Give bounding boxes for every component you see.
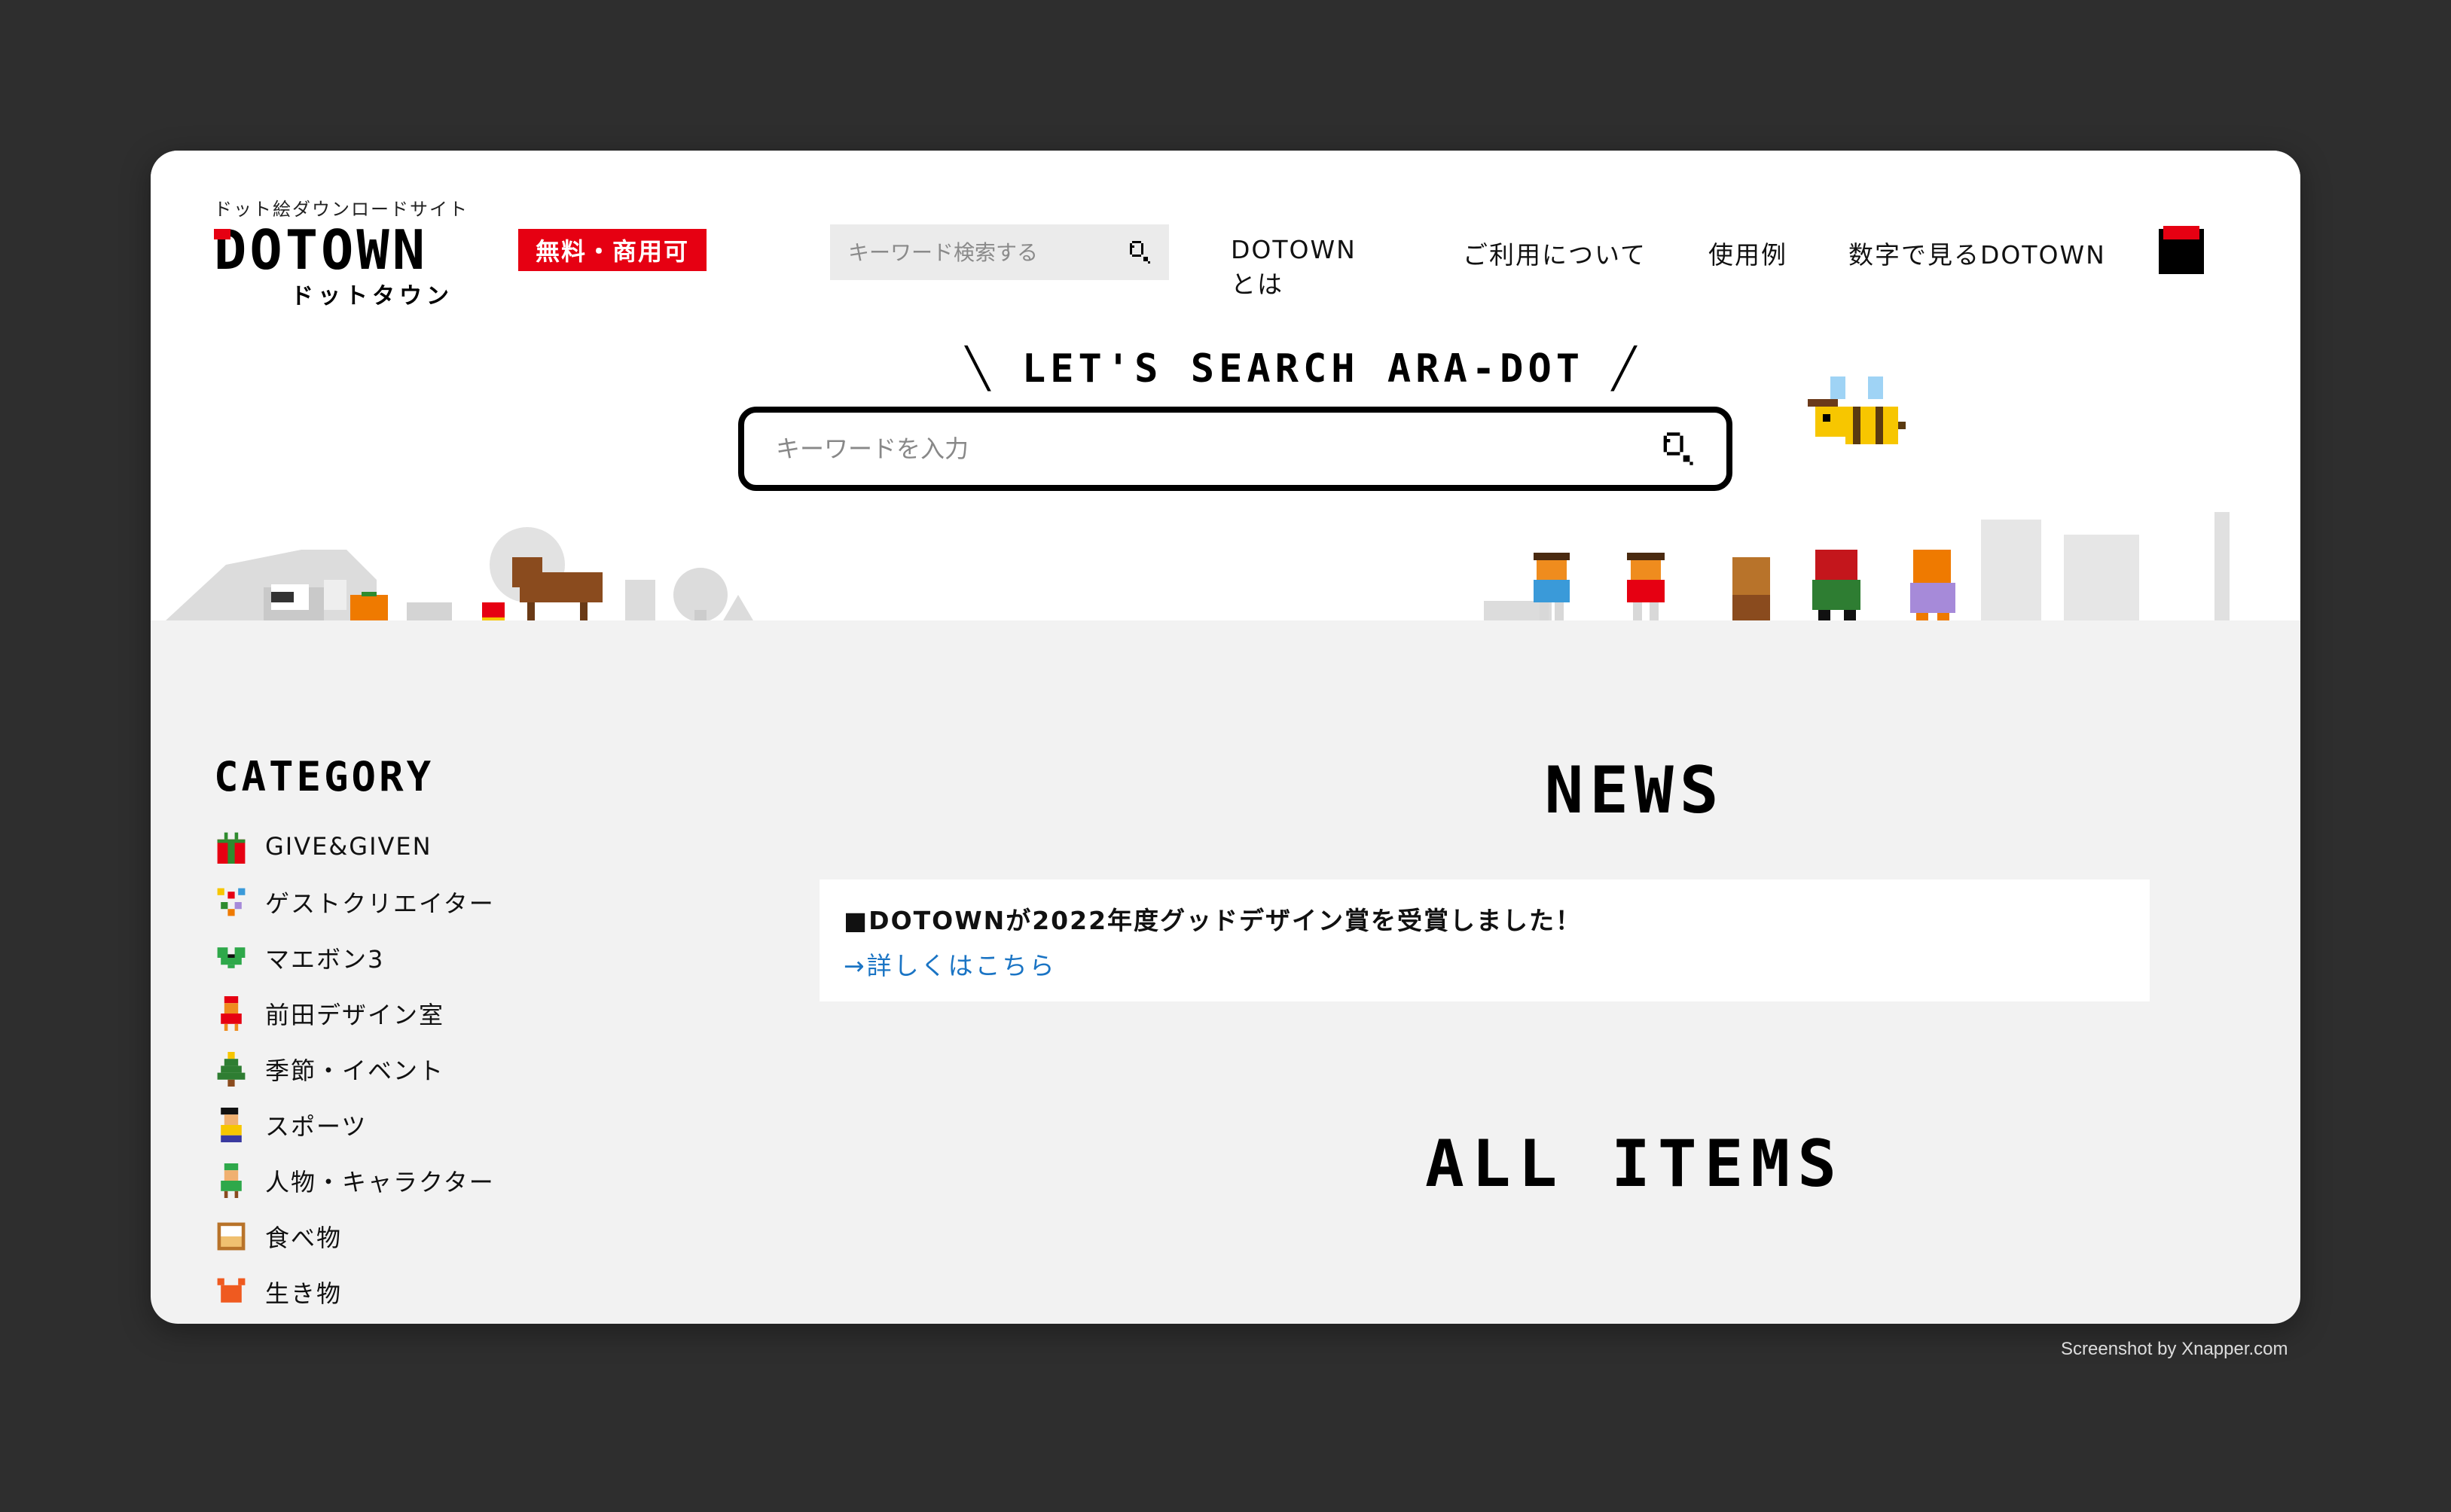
category-item[interactable]: マエボン3 bbox=[214, 930, 591, 986]
hero-header: ドット絵ダウンロードサイト DOTOWN ドットタウン 無料・商用可 DOTOW… bbox=[151, 151, 2300, 620]
category-item[interactable]: 季節・イベント bbox=[214, 1041, 591, 1097]
header-search[interactable] bbox=[830, 224, 1169, 280]
category-label: ゲストクリエイター bbox=[265, 889, 495, 918]
all-items-title: ALL ITEMS bbox=[1425, 1126, 1844, 1202]
sports-icon bbox=[221, 1108, 242, 1142]
nav-usage[interactable]: ご利用について bbox=[1463, 235, 1647, 271]
slash-left-icon: ╲ bbox=[966, 346, 1022, 392]
food-icon bbox=[217, 1222, 246, 1251]
logo-kana: ドットタウン bbox=[291, 283, 453, 309]
category-label: GIVE&GIVEN bbox=[265, 832, 432, 861]
category-label: スポーツ bbox=[265, 1112, 368, 1141]
main-search-input[interactable] bbox=[774, 434, 1657, 464]
nav-about[interactable]: DOTOWNとは bbox=[1231, 235, 1357, 300]
browser-window: ドット絵ダウンロードサイト DOTOWN ドットタウン 無料・商用可 DOTOW… bbox=[151, 151, 2300, 1324]
nav-examples[interactable]: 使用例 bbox=[1708, 235, 1787, 271]
category-sidebar: CATEGORY GIVE&GIVEN ゲストクリエイター マエボン3 前田デザ… bbox=[214, 753, 591, 1320]
nav-numbers[interactable]: 数字で見るDOTOWN bbox=[1848, 235, 2106, 271]
news-title: NEWS bbox=[1544, 753, 1725, 828]
hero-tagline-text: LET'S SEARCH ARA-DOT bbox=[1021, 346, 1585, 392]
category-item[interactable]: 前田デザイン室 bbox=[214, 986, 591, 1041]
main-search[interactable] bbox=[738, 407, 1732, 491]
category-item[interactable]: スポーツ bbox=[214, 1097, 591, 1153]
site-tagline: ドット絵ダウンロードサイト bbox=[214, 199, 469, 220]
category-title: CATEGORY bbox=[214, 753, 435, 800]
category-item[interactable]: GIVE&GIVEN bbox=[214, 818, 591, 874]
screenshot-credit: Screenshot by Xnapper.com bbox=[2061, 1339, 2288, 1359]
hero-tagline: ╲ LET'S SEARCH ARA-DOT ╱ bbox=[904, 346, 1702, 392]
box-icon[interactable] bbox=[2159, 226, 2204, 274]
news-detail-link[interactable]: →詳しくはこちら bbox=[844, 946, 2126, 982]
category-label: 人物・キャラクター bbox=[265, 1168, 495, 1196]
category-item[interactable]: 生き物 bbox=[214, 1264, 591, 1320]
person-icon bbox=[221, 996, 242, 1031]
news-card: ■DOTOWNが2022年度グッドデザイン賞を受賞しました！ →詳しくはこちら bbox=[820, 879, 2150, 1001]
header-search-input[interactable] bbox=[847, 239, 1125, 266]
character-icon bbox=[221, 1163, 242, 1198]
gift-icon bbox=[217, 832, 246, 864]
search-icon[interactable] bbox=[1125, 239, 1152, 266]
free-commercial-badge: 無料・商用可 bbox=[518, 229, 707, 271]
logo-accent bbox=[214, 229, 230, 239]
news-headline: ■DOTOWNが2022年度グッドデザイン賞を受賞しました！ bbox=[844, 906, 1583, 935]
animal-icon bbox=[217, 1278, 246, 1303]
category-item[interactable]: ゲストクリエイター bbox=[214, 874, 591, 930]
guest-creator-icon bbox=[217, 888, 246, 916]
slash-right-icon: ╱ bbox=[1584, 346, 1641, 392]
site-logo[interactable]: DOTOWN bbox=[214, 223, 428, 277]
pixel-town-scene bbox=[166, 512, 2230, 620]
tree-icon bbox=[217, 1052, 246, 1087]
category-label: マエボン3 bbox=[265, 945, 385, 974]
category-item[interactable]: 人物・キャラクター bbox=[214, 1153, 591, 1209]
category-label: 季節・イベント bbox=[265, 1056, 445, 1085]
category-label: 前田デザイン室 bbox=[265, 1001, 445, 1029]
category-list: GIVE&GIVEN ゲストクリエイター マエボン3 前田デザイン室 季節・イベ… bbox=[214, 818, 591, 1320]
heart-icon bbox=[217, 947, 246, 968]
category-label: 生き物 bbox=[265, 1279, 343, 1308]
category-label: 食べ物 bbox=[265, 1224, 343, 1252]
category-item[interactable]: 食べ物 bbox=[214, 1209, 591, 1264]
bee-illustration bbox=[1808, 376, 1906, 444]
search-icon[interactable] bbox=[1657, 429, 1696, 468]
